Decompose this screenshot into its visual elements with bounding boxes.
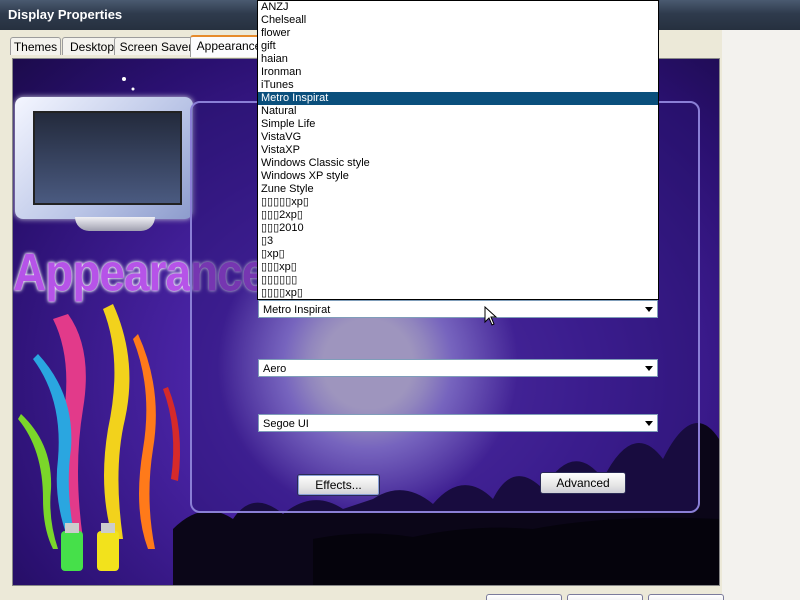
dropdown-option[interactable]: Natural	[258, 105, 658, 118]
tab-themes[interactable]: Themes	[10, 37, 61, 55]
dropdown-option[interactable]: ▯▯▯▯▯xp▯	[258, 196, 658, 209]
dropdown-option[interactable]: ANZJ	[258, 1, 658, 14]
dropdown-option[interactable]: haian	[258, 53, 658, 66]
dropdown-option[interactable]: ▯xp▯	[258, 248, 658, 261]
window-background	[722, 30, 800, 600]
dropdown-option[interactable]: iTunes	[258, 79, 658, 92]
tab-desktop[interactable]: Desktop	[62, 37, 122, 55]
dropdown-arrow-icon[interactable]	[645, 307, 653, 312]
dropdown-option[interactable]: Windows XP style	[258, 170, 658, 183]
color-scheme-select[interactable]: Metro Inspirat	[258, 300, 658, 318]
dropdown-option[interactable]: Windows Classic style	[258, 157, 658, 170]
dropdown-option[interactable]: ▯▯▯xp▯	[258, 261, 658, 274]
dropdown-option[interactable]: ▯3	[258, 235, 658, 248]
dropdown-option[interactable]: VistaVG	[258, 131, 658, 144]
dropdown-option[interactable]: VistaXP	[258, 144, 658, 157]
dropdown-option[interactable]: ▯▯▯2xp▯	[258, 209, 658, 222]
display-properties-window: Display Properties Themes Desktop Screen…	[0, 0, 800, 600]
monitor-graphic	[15, 97, 193, 219]
mouse-cursor-icon	[484, 306, 498, 326]
window-title: Display Properties	[8, 7, 123, 22]
dropdown-option[interactable]: Ironman	[258, 66, 658, 79]
font-value: Segoe UI	[263, 418, 309, 430]
dropdown-option[interactable]: ▯▯▯▯▯▯	[258, 274, 658, 287]
tab-screen-saver[interactable]: Screen Saver	[114, 37, 198, 55]
color-scheme-value: Metro Inspirat	[263, 304, 331, 316]
dropdown-option[interactable]: gift	[258, 40, 658, 53]
dropdown-option[interactable]: ▯▯▯▯xp▯	[258, 287, 658, 299]
cancel-button[interactable]	[567, 594, 643, 600]
monitor-stand	[75, 217, 155, 231]
ok-button[interactable]	[486, 594, 562, 600]
dropdown-arrow-icon[interactable]	[645, 366, 653, 371]
dropdown-option[interactable]: ▯▯▯2010	[258, 222, 658, 235]
font-size-select[interactable]: Segoe UI	[258, 414, 658, 432]
dropdown-arrow-icon[interactable]	[645, 421, 653, 426]
monitor-screen-preview	[33, 111, 182, 205]
paint-splash-graphic	[18, 304, 181, 571]
windows-style-value: Aero	[263, 363, 287, 375]
dropdown-option[interactable]: Simple Life	[258, 118, 658, 131]
advanced-button[interactable]: Advanced	[540, 472, 626, 494]
dropdown-option[interactable]: flower	[258, 27, 658, 40]
effects-button[interactable]: Effects...	[297, 474, 380, 496]
apply-button[interactable]	[648, 594, 724, 600]
dropdown-option[interactable]: Chelseall	[258, 14, 658, 27]
color-scheme-dropdown-list[interactable]: ANZJ Chelseall flower gift haian Ironman iTune…	[257, 0, 659, 300]
dropdown-option[interactable]: Zune Style	[258, 183, 658, 196]
windows-style-select[interactable]: Aero	[258, 359, 658, 377]
dropdown-option[interactable]: Metro Inspirat	[258, 92, 658, 105]
